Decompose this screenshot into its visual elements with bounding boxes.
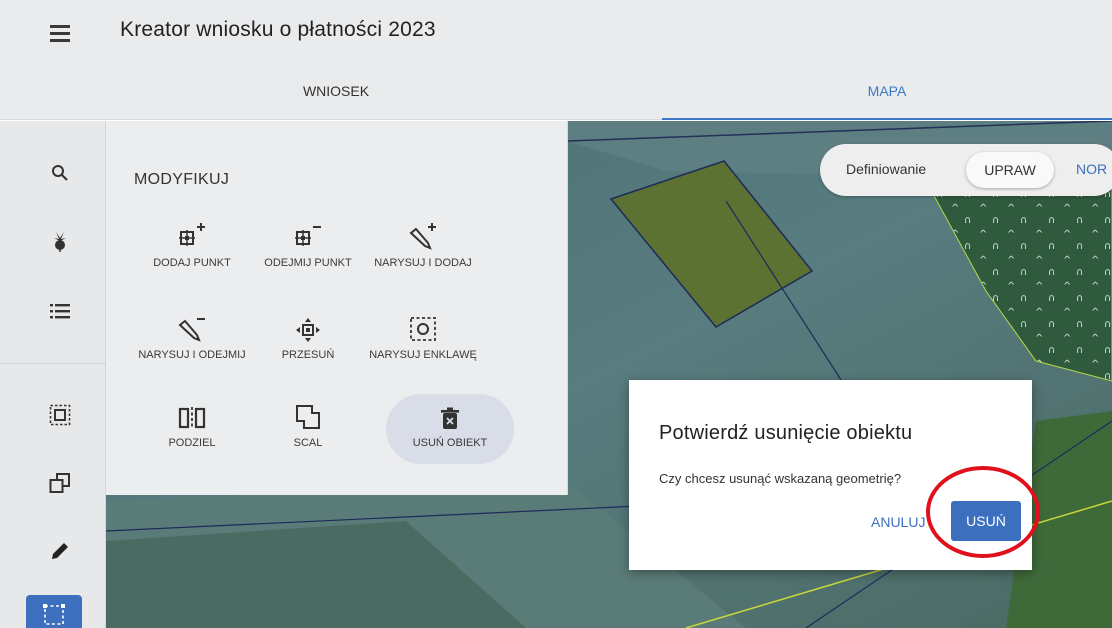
mode-option-next[interactable]: NOR (1076, 161, 1107, 177)
tool-remove-point[interactable]: ODEJMIJ PUNKT (253, 217, 363, 269)
tool-split[interactable]: PODZIEL (137, 397, 247, 449)
confirm-delete-button[interactable]: USUŃ (951, 501, 1021, 541)
list-icon[interactable] (40, 293, 80, 329)
rail-divider (0, 363, 106, 364)
panel-title: MODYFIKUJ (134, 171, 230, 188)
tool-label: SCAL (293, 437, 323, 449)
tool-label: PRZESUŃ (281, 349, 335, 361)
tool-label: NARYSUJ I ODEJMIJ (138, 349, 246, 361)
dialog-title: Potwierdź usunięcie obiektu (659, 422, 913, 444)
add-vertex-icon (137, 217, 247, 251)
tool-label: ODEJMIJ PUNKT (264, 257, 352, 269)
definition-mode-toolbar: Definiowanie UPRAW NOR (820, 144, 1112, 196)
split-icon (137, 397, 247, 431)
hamburger-menu-icon[interactable] (40, 18, 80, 48)
mode-label: Definiowanie (846, 161, 927, 177)
tool-draw-subtract[interactable]: NARYSUJ I ODEJMIJ (137, 309, 247, 361)
select-area-icon[interactable] (40, 397, 80, 433)
active-tab-indicator (662, 118, 1112, 120)
tab-mapa[interactable]: MAPA (662, 62, 1112, 120)
tool-label: DODAJ PUNKT (153, 257, 231, 269)
delete-object-icon (395, 397, 505, 431)
modify-panel: MODYFIKUJ DODAJ PUNKT ODEJMIJ PUNKT NARY… (106, 121, 568, 495)
beet-icon[interactable] (40, 223, 80, 259)
tool-delete-object[interactable]: USUŃ OBIEKT (395, 397, 505, 449)
tool-move[interactable]: PRZESUŃ (253, 309, 363, 361)
tool-draw-enclave[interactable]: NARYSUJ ENKLAWĘ (368, 309, 478, 361)
tool-label: PODZIEL (168, 437, 216, 449)
tab-bar: WNIOSEK MAPA (0, 62, 1112, 120)
app-bar: Kreator wniosku o płatności 2023 (0, 0, 1112, 62)
tool-draw-add[interactable]: NARYSUJ I DODAJ (368, 217, 478, 269)
draw-add-icon (368, 217, 478, 251)
tool-add-point[interactable]: DODAJ PUNKT (137, 217, 247, 269)
cancel-button[interactable]: ANULUJ (871, 514, 925, 530)
copy-shapes-icon[interactable] (40, 465, 80, 501)
tool-label: USUŃ OBIEKT (412, 437, 488, 449)
merge-icon (253, 397, 363, 431)
search-icon[interactable] (40, 155, 80, 191)
confirm-delete-dialog: Potwierdź usunięcie obiektu Czy chcesz u… (629, 380, 1032, 570)
draw-subtract-icon (137, 309, 247, 343)
draw-enclave-icon (368, 309, 478, 343)
mode-chip-upraw[interactable]: UPRAW (966, 152, 1054, 188)
draw-rectangle-icon[interactable] (26, 595, 82, 628)
side-toolbar (0, 121, 106, 628)
pencil-icon[interactable] (40, 533, 80, 569)
move-icon (253, 309, 363, 343)
remove-vertex-icon (253, 217, 363, 251)
tool-label: NARYSUJ ENKLAWĘ (369, 349, 477, 361)
app-title: Kreator wniosku o płatności 2023 (120, 18, 436, 41)
tool-merge[interactable]: SCAL (253, 397, 363, 449)
dialog-message: Czy chcesz usunąć wskazaną geometrię? (659, 471, 902, 486)
tab-wniosek[interactable]: WNIOSEK (106, 62, 566, 120)
tool-label: NARYSUJ I DODAJ (374, 257, 472, 269)
